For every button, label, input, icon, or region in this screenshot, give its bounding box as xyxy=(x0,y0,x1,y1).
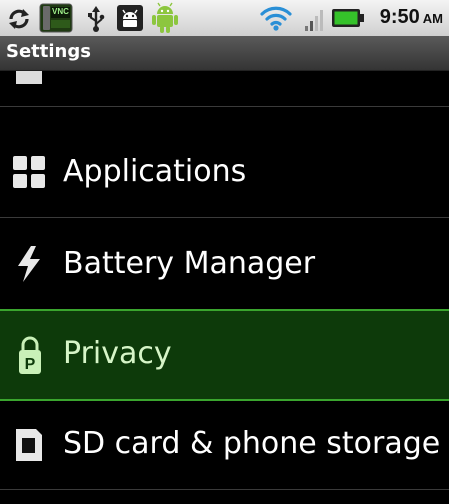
privacy-lock-icon: P xyxy=(19,336,41,374)
settings-list[interactable]: Accounts Applications Battery Manager P … xyxy=(0,71,449,504)
settings-item-accounts[interactable]: Accounts xyxy=(0,71,449,107)
sd-card-icon xyxy=(16,429,42,461)
settings-item-label: Privacy xyxy=(63,336,172,371)
svg-text:P: P xyxy=(25,356,36,373)
wifi-icon xyxy=(260,6,292,31)
applications-grid-icon xyxy=(13,156,45,188)
settings-item-label: SD card & phone storage xyxy=(63,426,441,461)
status-bar: VNC 9:50 AM xyxy=(0,0,449,36)
settings-item-privacy[interactable]: P Privacy xyxy=(0,309,449,401)
accounts-icon xyxy=(16,71,42,84)
clock-time: 9:50 xyxy=(379,6,420,28)
settings-item-label: Battery Manager xyxy=(63,246,316,281)
debug-icon xyxy=(117,5,143,31)
status-clock: 9:50 AM xyxy=(380,6,443,32)
settings-item-label: Accounts xyxy=(63,71,200,106)
lightning-bolt-icon xyxy=(18,246,40,282)
signal-icon xyxy=(305,10,323,31)
settings-item-label: Applications xyxy=(63,154,247,189)
android-icon xyxy=(152,2,178,33)
settings-item-sd-card-storage[interactable]: SD card & phone storage xyxy=(0,399,449,490)
title-bar: Settings xyxy=(0,36,449,71)
vnc-label: VNC xyxy=(52,7,69,16)
page-title: Settings xyxy=(6,41,91,62)
settings-item-applications[interactable]: Applications xyxy=(0,127,449,218)
sync-icon xyxy=(9,9,29,29)
vnc-app-icon: VNC xyxy=(38,3,74,33)
clock-ampm: AM xyxy=(422,11,443,26)
settings-item-battery-manager[interactable]: Battery Manager xyxy=(0,219,449,310)
battery-icon xyxy=(332,9,364,27)
usb-icon xyxy=(88,6,105,32)
